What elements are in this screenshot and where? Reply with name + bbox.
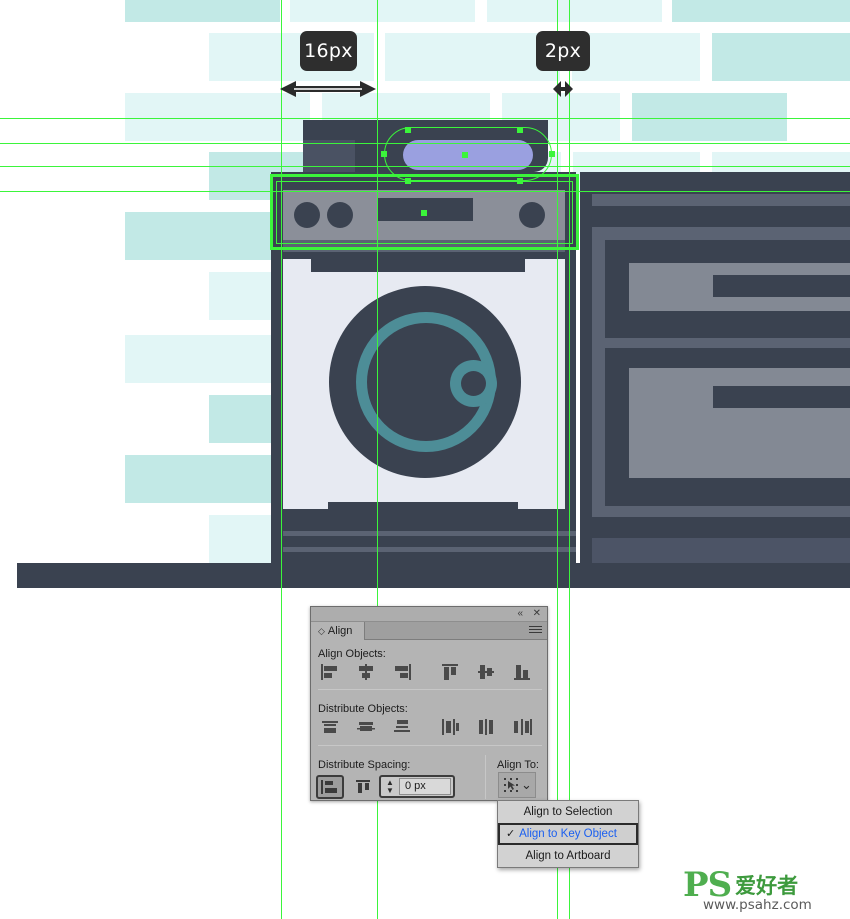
section-divider [318, 689, 542, 690]
wall-tile [125, 93, 310, 141]
horizontal-align-left-button[interactable] [316, 661, 344, 683]
align-to-dropdown-menu[interactable]: Align to Selection ✓ Align to Key Object… [497, 800, 639, 868]
panel-title-bar: « ✕ [311, 607, 547, 622]
cabinet-item-upper-slot [713, 275, 850, 297]
horizontal-align-center-button[interactable] [352, 661, 380, 683]
vertical-guide [569, 0, 570, 919]
chevron-down-icon[interactable]: ⌄ [521, 778, 532, 791]
align-to-key-object-icon [504, 778, 519, 792]
stepper-arrows[interactable]: ▲ ▼ [381, 778, 399, 795]
wall-tile [572, 33, 700, 81]
cabinet-top-edge [592, 194, 850, 206]
tab-align-label: Align [327, 625, 353, 637]
menu-item-label: Align to Artboard [525, 850, 611, 862]
machine-face-top-notch [311, 259, 525, 272]
wall-tile [712, 33, 850, 81]
align-to-dropdown-button[interactable]: ⌄ [498, 772, 536, 798]
distribute-spacing-stepper[interactable]: ▲ ▼ 0 px [379, 775, 455, 798]
vertical-guide [557, 0, 558, 919]
distribute-spacing-value[interactable]: 0 px [399, 778, 451, 795]
align-to-label: Align To: [497, 759, 539, 771]
vertical-distribute-top-button[interactable] [316, 716, 344, 738]
illustrator-canvas: 16px 2px « ✕ ◇ Align Align Objects: Dist… [0, 0, 850, 919]
watermark: PS 爱好者 www.psahz.com [683, 868, 812, 912]
measurement-badge-16px: 16px [300, 31, 357, 71]
vertical-align-bottom-button[interactable] [508, 661, 536, 683]
wall-tile [290, 0, 475, 22]
watermark-url: www.psahz.com [703, 897, 812, 913]
measurement-badge-2px: 2px [536, 31, 590, 71]
collapse-icon[interactable]: « [517, 608, 523, 620]
menu-item-align-to-selection[interactable]: Align to Selection [498, 801, 638, 823]
horizontal-distribute-spacing-button[interactable] [350, 775, 378, 799]
close-icon[interactable]: ✕ [533, 608, 541, 620]
horizontal-distribute-center-button[interactable] [472, 716, 500, 738]
selection-handle[interactable] [549, 151, 555, 157]
base-vent-stripe [283, 547, 576, 552]
floor [17, 563, 850, 588]
hamburger-icon[interactable] [529, 626, 542, 636]
panel-tab-row: ◇ Align [311, 622, 547, 640]
selection-handle[interactable] [381, 151, 387, 157]
menu-item-align-to-key-object[interactable]: ✓ Align to Key Object [498, 823, 638, 845]
cabinet-item-lower-slot [713, 386, 850, 408]
capsule-selection-outline[interactable] [384, 127, 552, 181]
selection-handle[interactable] [405, 127, 411, 133]
measurement-arrow-2px [553, 81, 573, 97]
cabinet-bottom-edge [592, 538, 850, 563]
selection-handle[interactable] [517, 127, 523, 133]
vertical-align-top-button[interactable] [436, 661, 464, 683]
wall-tile [672, 0, 850, 22]
tab-align[interactable]: ◇ Align [311, 622, 366, 640]
capsule-center-point [462, 152, 468, 158]
wall-tile [632, 93, 787, 141]
wall-tile [125, 0, 280, 22]
measurement-arrow-16px [280, 81, 376, 97]
horizontal-guide [0, 118, 850, 119]
distribute-spacing-label: Distribute Spacing: [318, 759, 411, 771]
horizontal-distribute-right-button[interactable] [508, 716, 536, 738]
control-panel-center-point [421, 210, 427, 216]
wall-tile [487, 0, 662, 22]
vertical-distribute-spacing-button[interactable] [316, 775, 344, 799]
drum-latch-inner [461, 371, 486, 396]
distribute-objects-label: Distribute Objects: [318, 703, 408, 715]
selection-handle[interactable] [517, 178, 523, 184]
countertop-shadow [303, 140, 355, 172]
stepper-down-icon[interactable]: ▼ [381, 786, 399, 795]
wall-tile [385, 33, 560, 81]
panel-vertical-separator [485, 755, 486, 799]
diamond-icon: ◇ [318, 626, 325, 636]
machine-base [271, 509, 576, 564]
vertical-align-center-button[interactable] [472, 661, 500, 683]
section-divider [318, 745, 542, 746]
vertical-distribute-bottom-button[interactable] [388, 716, 416, 738]
horizontal-distribute-left-button[interactable] [436, 716, 464, 738]
check-icon: ✓ [506, 828, 516, 840]
cabinet-item-lower [629, 368, 850, 478]
menu-item-label: Align to Selection [523, 806, 613, 818]
vertical-guide [281, 0, 282, 919]
base-vent-stripe [283, 531, 576, 536]
horizontal-align-right-button[interactable] [388, 661, 416, 683]
selection-handle[interactable] [405, 178, 411, 184]
menu-item-align-to-artboard[interactable]: Align to Artboard [498, 845, 638, 867]
watermark-brand-cn: 爱好者 [735, 874, 799, 898]
menu-item-label: Align to Key Object [519, 828, 617, 840]
vertical-distribute-center-button[interactable] [352, 716, 380, 738]
align-objects-label: Align Objects: [318, 648, 386, 660]
